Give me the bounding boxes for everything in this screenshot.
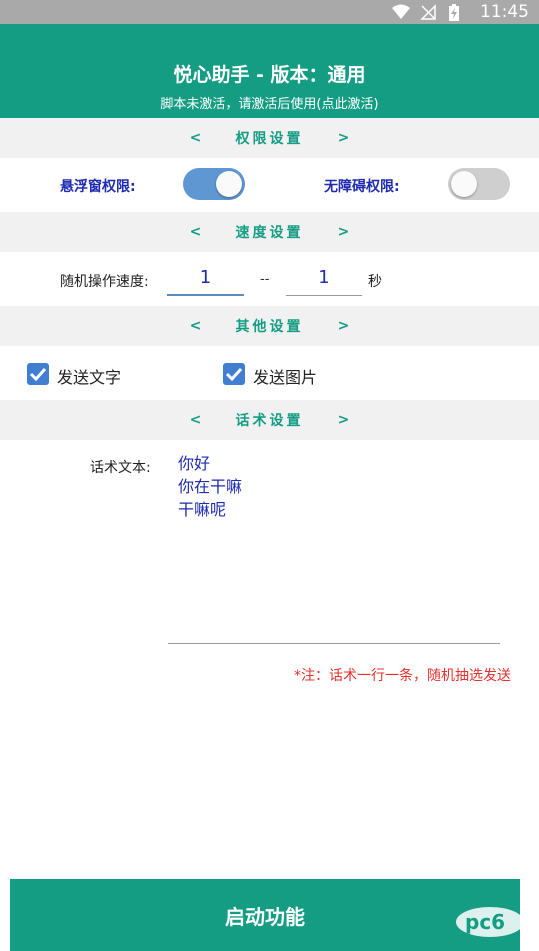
status-time: 11:45	[480, 2, 529, 22]
section-permissions-next-button[interactable]: >	[326, 130, 362, 146]
float-window-permission-toggle[interactable]	[183, 168, 245, 200]
send-text-label: 发送文字	[57, 368, 122, 387]
speed-max-input[interactable]	[286, 260, 362, 296]
section-speed: < 速度设置 >	[0, 212, 539, 252]
section-talk-next-button[interactable]: >	[326, 412, 362, 428]
float-window-permission-label: 悬浮窗权限:	[60, 179, 136, 195]
speed-range-separator: --	[260, 272, 270, 287]
send-image-checkbox[interactable]	[223, 363, 245, 385]
check-icon	[29, 367, 47, 382]
status-bar: 11:45	[0, 0, 539, 24]
speed-min-input[interactable]	[167, 260, 244, 296]
talk-text-input[interactable]	[168, 452, 500, 644]
talk-text-label: 话术文本:	[90, 460, 151, 476]
pc6-watermark-logo: pc6	[455, 906, 525, 938]
talk-row: 话术文本:	[0, 440, 539, 650]
section-other: < 其他设置 >	[0, 306, 539, 346]
section-speed-prev-button[interactable]: <	[178, 224, 214, 240]
no-signal-icon	[420, 4, 438, 20]
start-function-button[interactable]: 启动功能	[10, 879, 520, 951]
speed-row: 随机操作速度: -- 秒	[0, 254, 539, 306]
accessibility-permission-toggle[interactable]	[448, 168, 510, 200]
battery-charging-icon	[448, 4, 466, 21]
section-talk-title: 话术设置	[235, 413, 304, 429]
other-row: 发送文字 发送图片	[0, 348, 539, 400]
section-other-next-button[interactable]: >	[326, 318, 362, 334]
section-speed-title: 速度设置	[235, 225, 304, 241]
toggle-knob	[451, 171, 477, 197]
section-other-title: 其他设置	[235, 319, 304, 335]
app-header: 悦心助手 - 版本：通用 脚本未激活，请激活后使用(点此激活)	[0, 24, 539, 118]
section-permissions-title: 权限设置	[235, 131, 304, 147]
random-speed-label: 随机操作速度:	[60, 274, 149, 290]
check-icon	[225, 367, 243, 382]
app-title: 悦心助手 - 版本：通用	[173, 64, 366, 86]
talk-note: *注：话术一行一条，随机抽选发送	[294, 668, 511, 684]
section-permissions: < 权限设置 >	[0, 118, 539, 158]
section-permissions-prev-button[interactable]: <	[178, 130, 214, 146]
section-other-prev-button[interactable]: <	[178, 318, 214, 334]
svg-text:pc6: pc6	[465, 910, 505, 934]
section-talk: < 话术设置 >	[0, 400, 539, 440]
section-speed-next-button[interactable]: >	[326, 224, 362, 240]
activate-link[interactable]: 脚本未激活，请激活后使用(点此激活)	[0, 93, 539, 112]
speed-unit-label: 秒	[368, 274, 382, 290]
wifi-icon	[392, 4, 410, 20]
section-talk-prev-button[interactable]: <	[178, 412, 214, 428]
send-text-checkbox[interactable]	[27, 363, 49, 385]
permissions-row: 悬浮窗权限: 无障碍权限:	[0, 160, 539, 212]
accessibility-permission-label: 无障碍权限:	[324, 179, 400, 195]
toggle-knob	[216, 171, 242, 197]
send-image-label: 发送图片	[253, 368, 318, 387]
